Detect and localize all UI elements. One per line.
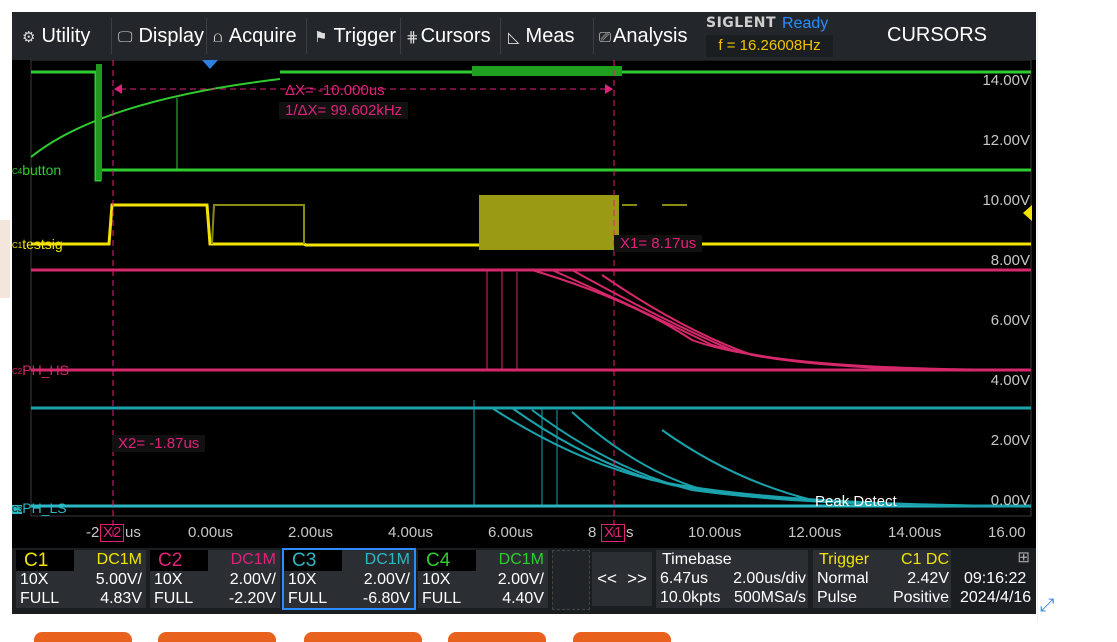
cursor-delta-readout: ΔX= -10.000us xyxy=(285,82,385,99)
monitor-icon: 🖵 xyxy=(118,29,133,46)
menu-display[interactable]: 🖵 Display xyxy=(118,12,204,60)
active-menu-title: CURSORS xyxy=(887,24,988,46)
cursor-x2-handle[interactable]: X2 xyxy=(100,524,125,542)
voltage-label: 6.00V xyxy=(990,312,1030,329)
channel-tag-c4[interactable]: C4button xyxy=(12,162,61,178)
channel-box-c1[interactable]: C1 DC1M 10X 5.00V/ FULL 4.83V xyxy=(16,550,146,608)
bottom-tab-4[interactable] xyxy=(448,632,546,642)
channel-box-c2[interactable]: C2 DC1M 10X 2.00V/ FULL -2.20V xyxy=(150,550,280,608)
left-edge-strip xyxy=(0,220,10,298)
time-label: 10.00us xyxy=(688,524,742,541)
time-label: 2.00us xyxy=(288,524,334,541)
waveform-area[interactable]: 14.00V 12.00V 10.00V 8.00V 6.00V 4.00V 2… xyxy=(12,60,1036,548)
channel-tag-c3[interactable]: C3PH_LS xyxy=(12,500,67,516)
info-bar: C1 DC1M 10X 5.00V/ FULL 4.83V C2 DC1M 10X 2… xyxy=(12,548,1036,614)
bottom-tab-2[interactable] xyxy=(158,632,276,642)
cursor-frequency-readout: 1/ΔX= 99.602kHz xyxy=(279,102,409,119)
channel-box-c4[interactable]: C4 DC1M 10X 2.00V/ FULL 4.40V xyxy=(418,550,548,608)
trigger-icon: ⚑ xyxy=(314,29,328,46)
voltage-label: 0.00V xyxy=(990,492,1030,509)
trace-c3 xyxy=(31,400,1032,508)
cursors-icon: ⋕ xyxy=(406,29,419,46)
time-label: s xyxy=(626,524,634,541)
waveform-display xyxy=(30,60,1032,540)
menu-cursors[interactable]: ⋕ Cursors xyxy=(406,12,491,60)
voltage-label: 8.00V xyxy=(990,252,1030,269)
voltage-label: 4.00V xyxy=(990,372,1030,389)
gear-icon: ⚙ xyxy=(22,29,36,46)
channel-tag-c1[interactable]: C1testsig xyxy=(12,236,63,252)
time-label: 6.00us xyxy=(488,524,534,541)
time-label: 4.00us xyxy=(388,524,434,541)
side-panel xyxy=(1037,12,1117,622)
menu-meas[interactable]: ◺ Meas xyxy=(508,12,574,60)
acquisition-mode-label: Peak Detect xyxy=(815,493,897,510)
time-label: us xyxy=(125,524,141,541)
time-label: 14.00us xyxy=(888,524,942,541)
menu-trigger[interactable]: ⚑ Trigger xyxy=(314,12,396,60)
menu-utility[interactable]: ⚙ Utility xyxy=(22,12,90,60)
timebase-panel[interactable]: Timebase 6.47us 2.00us/div 10.0kpts 500M… xyxy=(656,550,808,608)
voltage-label: 12.00V xyxy=(982,132,1030,149)
menu-acquire[interactable]: ⩍ Acquire xyxy=(213,12,297,60)
trigger-panel[interactable]: Trigger C1 DC Normal 2.42V Pulse Positiv… xyxy=(813,550,951,608)
time-label: 16.00 xyxy=(988,524,1026,541)
trace-c1 xyxy=(31,195,1031,250)
acquire-icon: ⩍ xyxy=(213,29,223,46)
cursor-arrow-left xyxy=(114,84,122,94)
bottom-tab-3[interactable] xyxy=(304,632,422,642)
trigger-position-marker xyxy=(202,60,218,69)
expand-icon[interactable]: ⤢ xyxy=(1040,595,1054,616)
voltage-label: 2.00V xyxy=(990,432,1030,449)
cursor-x1-handle[interactable]: X1 xyxy=(601,524,626,542)
trace-c4 xyxy=(30,64,1031,182)
cursor-x1-readout: X1= 8.17us xyxy=(614,235,703,252)
clock-panel: ⊞ 09:16:22 2024/4/16 xyxy=(960,549,1032,606)
bottom-tab-1[interactable] xyxy=(34,632,132,642)
time-label: 0.00us xyxy=(188,524,234,541)
channel-tag-c2[interactable]: C2PH_HS xyxy=(12,362,69,378)
time-label: -2 xyxy=(86,524,100,541)
page-next-button[interactable]: >> xyxy=(622,552,652,606)
brand-logo: SIGLENT xyxy=(706,15,777,31)
trace-c2 xyxy=(31,268,1032,372)
empty-slot xyxy=(552,550,590,610)
frequency-counter: f = 16.26008Hz xyxy=(706,35,833,57)
time-label: 8 xyxy=(588,524,597,541)
measure-icon: ◺ xyxy=(508,29,520,46)
channel-box-c3[interactable]: C3 DC1M 10X 2.00V/ FULL -6.80V xyxy=(282,548,416,610)
voltage-label: 14.00V xyxy=(982,72,1030,89)
network-icon: ⊞ xyxy=(1017,549,1030,566)
analysis-icon: ⎚ xyxy=(599,29,612,46)
cursor-x2-readout: X2= -1.87us xyxy=(112,435,206,452)
oscilloscope-screen: ⚙ Utility 🖵 Display ⩍ Acquire ⚑ Trigger ⋕ Cur… xyxy=(12,12,1036,614)
time-label: 12.00us xyxy=(788,524,842,541)
page-prev-button[interactable]: << xyxy=(592,552,622,606)
cursor-arrow-right xyxy=(605,84,613,94)
menu-analysis[interactable]: ⎚ Analysis xyxy=(599,12,688,60)
cursor-lines xyxy=(112,60,615,540)
menu-bar: ⚙ Utility 🖵 Display ⩍ Acquire ⚑ Trigger ⋕ Cur… xyxy=(12,12,1036,60)
voltage-label: 10.00V xyxy=(982,192,1030,209)
bottom-tab-5[interactable] xyxy=(573,632,671,642)
acquisition-status: Ready xyxy=(782,15,829,32)
